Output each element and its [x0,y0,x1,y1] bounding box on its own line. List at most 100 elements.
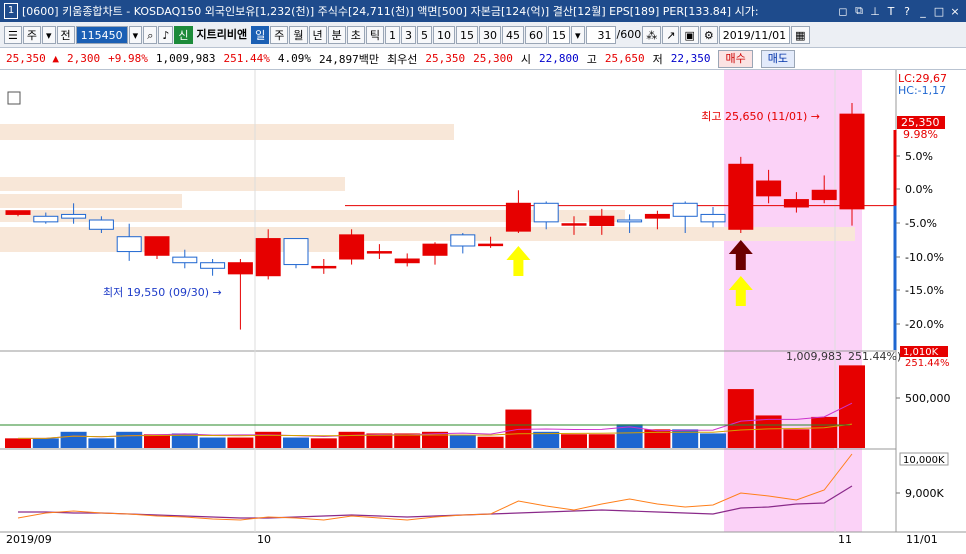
volume-bar [60,431,87,448]
all-button[interactable]: 전 [56,25,75,44]
minute-15-button[interactable]: 15 [456,25,478,44]
menu-icon[interactable]: ☰ [4,25,22,44]
toolbar: ☰ 주 ▾ 전 115450 ▾ ⌕ ♪ 신 지트리비앤 일 주 월 년 분 초… [0,22,966,48]
count-input[interactable]: 31 [585,25,616,44]
type-select[interactable]: 주 [22,25,41,44]
minute-60-button[interactable]: 60 [525,25,547,44]
hc-label: HC:-1,17 [898,84,946,97]
volume-bar [811,416,838,448]
tile-icon[interactable]: ⧉ [852,4,866,18]
open-price: 22,800 [538,52,579,65]
minute-10-button[interactable]: 10 [433,25,455,44]
period-tick-button[interactable]: 틱 [365,25,384,44]
candle-body [700,213,726,223]
volume-tick-label: 500,000 [905,392,951,405]
turnover: 4.09% [277,52,311,65]
period-year-button[interactable]: 년 [308,25,327,44]
candle-body [644,213,670,219]
candle-body [61,213,87,219]
candle-body [366,251,392,254]
stock-name: 지트리비앤 [196,27,248,41]
candle-body [589,215,615,227]
candle-body [756,180,782,197]
restore-icon[interactable]: ◻ [836,5,850,18]
minute-45-button[interactable]: 45 [502,25,524,44]
candle-body [450,234,476,247]
period-month-button[interactable]: 월 [289,25,308,44]
volume-bar [32,438,59,448]
volume-bar [338,431,365,448]
candle-body [783,199,809,208]
pct-tick-label: -20.0% [905,318,944,331]
font-icon[interactable]: T [884,5,898,18]
help-icon[interactable]: ? [900,5,914,18]
candle-body [811,189,837,201]
volume-box-label: 1,010K [903,347,939,358]
gear-icon[interactable]: ⚙ [699,25,718,44]
minimize-icon[interactable]: _ [916,5,930,18]
minute-3-button[interactable]: 3 [401,25,416,44]
stock-code-input[interactable]: 115450 [75,25,128,44]
last-pct-label: 9.98% [903,128,938,141]
volume-bar [588,434,615,448]
chart-area[interactable]: 최고 25,650 (11/01) →최저 19,550 (09/30) →LC… [0,70,966,554]
pct-tick-label: 0.0% [905,183,933,196]
close-icon[interactable]: × [948,5,962,18]
code-dropdown-icon[interactable]: ▾ [128,25,143,44]
pin-icon[interactable]: ⊥ [868,5,882,18]
price-change: 2,300 [67,52,101,65]
minute-30-button[interactable]: 30 [479,25,501,44]
window-number: 1 [4,3,18,19]
low-price: 22,350 [670,52,711,65]
volume-bar [533,431,560,448]
period-minute-button[interactable]: 분 [327,25,346,44]
candle-body [200,262,226,269]
minute-custom-input[interactable]: 15 [548,25,570,44]
volume: 1,009,983 [155,52,216,65]
volume-annotation: 1,009,983 [786,350,842,363]
window-title: [0600] 키움종합차트 - KOSDAQ150 외국인보유[1,232(천)… [22,5,759,18]
period-week-button[interactable]: 주 [270,25,289,44]
volume-bar [255,431,282,448]
maximize-icon[interactable]: □ [932,5,946,18]
volume-bar [199,437,226,448]
speaker-icon[interactable]: ♪ [158,25,174,44]
candle-body [422,243,448,256]
candle-body [672,202,698,217]
grid-toggle-icon[interactable] [7,91,21,105]
credit-badge: 신 [174,25,193,44]
info-bar: 25,350 ▲ 2,300 +9.98% 1,009,983 251.44% … [0,48,966,70]
candle-body [505,202,531,232]
title-bar: 1 [0600] 키움종합차트 - KOSDAQ150 외국인보유[1,232(… [0,0,966,22]
sell-button[interactable]: 매도 [760,49,795,68]
draw-icon[interactable]: ↗ [662,25,680,44]
date-input[interactable]: 2019/11/01 [718,25,791,44]
search-icon[interactable]: ⌕ [143,25,158,44]
bid-price: 25,300 [473,52,513,65]
save-icon[interactable]: ▣ [680,25,699,44]
minute-1-button[interactable]: 1 [385,25,400,44]
volume-bar [477,436,504,448]
minute-dropdown-icon[interactable]: ▾ [571,25,585,44]
ask-price: 25,350 [425,52,466,65]
change-percent: +9.98% [108,52,148,65]
period-day-button[interactable]: 일 [251,25,270,44]
chevron-down-icon[interactable]: ▾ [42,25,56,44]
candle-body [728,163,754,230]
low-label: 저 [652,52,663,66]
candle-body [839,113,865,210]
pct-tick-label: -5.0% [905,217,937,230]
minute-5-button[interactable]: 5 [417,25,432,44]
calendar-icon[interactable]: ▦ [791,25,810,44]
candle-body [5,210,31,215]
period-second-button[interactable]: 초 [346,25,365,44]
price-band [0,194,182,208]
candle-body [394,258,420,264]
best-label: 최우선 [386,52,418,66]
indicator-icon[interactable]: ⁂ [642,25,662,44]
pct-tick-label: 5.0% [905,150,933,163]
candle-body [533,202,559,223]
buy-button[interactable]: 매수 [718,49,753,68]
candle-body [144,236,170,256]
x-label-sep: 2019/09 [6,533,52,546]
